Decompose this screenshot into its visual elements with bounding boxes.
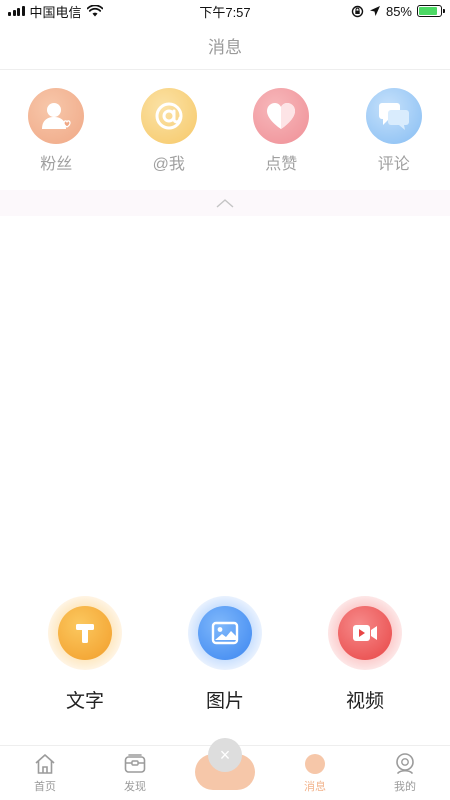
battery-percent: 85% [385, 3, 412, 19]
tab-label: 发现 [124, 781, 146, 793]
publish-text-button[interactable]: 文字 [30, 596, 140, 726]
publish-video-halo [328, 596, 402, 670]
battery-fill [419, 7, 437, 15]
page-title: 消息 [208, 38, 242, 57]
chevron-up-icon [216, 199, 234, 208]
battery-icon [417, 5, 445, 17]
status-bar: 中国电信 下午7:57 85% [0, 0, 450, 22]
image-icon [198, 606, 252, 660]
status-bar-right: 85% [351, 3, 445, 19]
category-mentions[interactable]: @我 [113, 80, 226, 180]
wifi-icon [86, 5, 103, 17]
at-icon [140, 88, 197, 144]
tab-label: 我的 [394, 781, 416, 793]
center-publish-tab[interactable]: × [180, 738, 270, 800]
close-icon[interactable]: × [208, 738, 242, 772]
publish-options: 文字 图片 视频 [0, 596, 450, 726]
fans-icon [28, 88, 85, 144]
carrier-label: 中国电信 [29, 4, 82, 20]
nav-header: 消息 [0, 22, 450, 70]
category-label: 粉丝 [40, 156, 73, 173]
publish-text-halo [48, 596, 122, 670]
heart-icon [253, 88, 310, 144]
category-label: 点赞 [265, 156, 298, 173]
publish-image-label: 图片 [205, 691, 244, 712]
comment-icon [365, 88, 422, 144]
signal-icon [8, 6, 25, 16]
tab-home[interactable]: 首页 [0, 746, 90, 800]
home-icon [35, 754, 55, 774]
tab-messages[interactable]: 消息 [270, 746, 360, 800]
tab-bar: 首页 发现 × 消息 我的 [0, 738, 450, 800]
message-category-row: 粉丝 @我 点赞 评论 [0, 80, 450, 180]
publish-image-halo [188, 596, 262, 670]
tab-profile[interactable]: 我的 [360, 746, 450, 800]
video-icon [338, 606, 392, 660]
profile-icon [396, 753, 414, 774]
tab-label: 首页 [34, 781, 56, 793]
tab-label: 消息 [304, 781, 326, 793]
publish-text-label: 文字 [65, 691, 104, 712]
orientation-lock-icon [351, 5, 364, 17]
message-icon [305, 754, 325, 774]
location-icon [369, 6, 380, 16]
category-comments[interactable]: 评论 [338, 80, 450, 180]
publish-video-button[interactable]: 视频 [310, 596, 420, 726]
category-fans[interactable]: 粉丝 [0, 80, 113, 180]
collapse-toggle[interactable] [0, 190, 450, 216]
text-icon [58, 606, 112, 660]
discover-icon [124, 754, 146, 773]
tab-discover[interactable]: 发现 [90, 746, 180, 800]
publish-video-label: 视频 [345, 691, 384, 712]
status-bar-left: 中国电信 [8, 2, 103, 21]
category-label: @我 [152, 156, 185, 173]
category-likes[interactable]: 点赞 [225, 80, 338, 180]
publish-image-button[interactable]: 图片 [170, 596, 280, 726]
category-label: 评论 [377, 156, 410, 173]
